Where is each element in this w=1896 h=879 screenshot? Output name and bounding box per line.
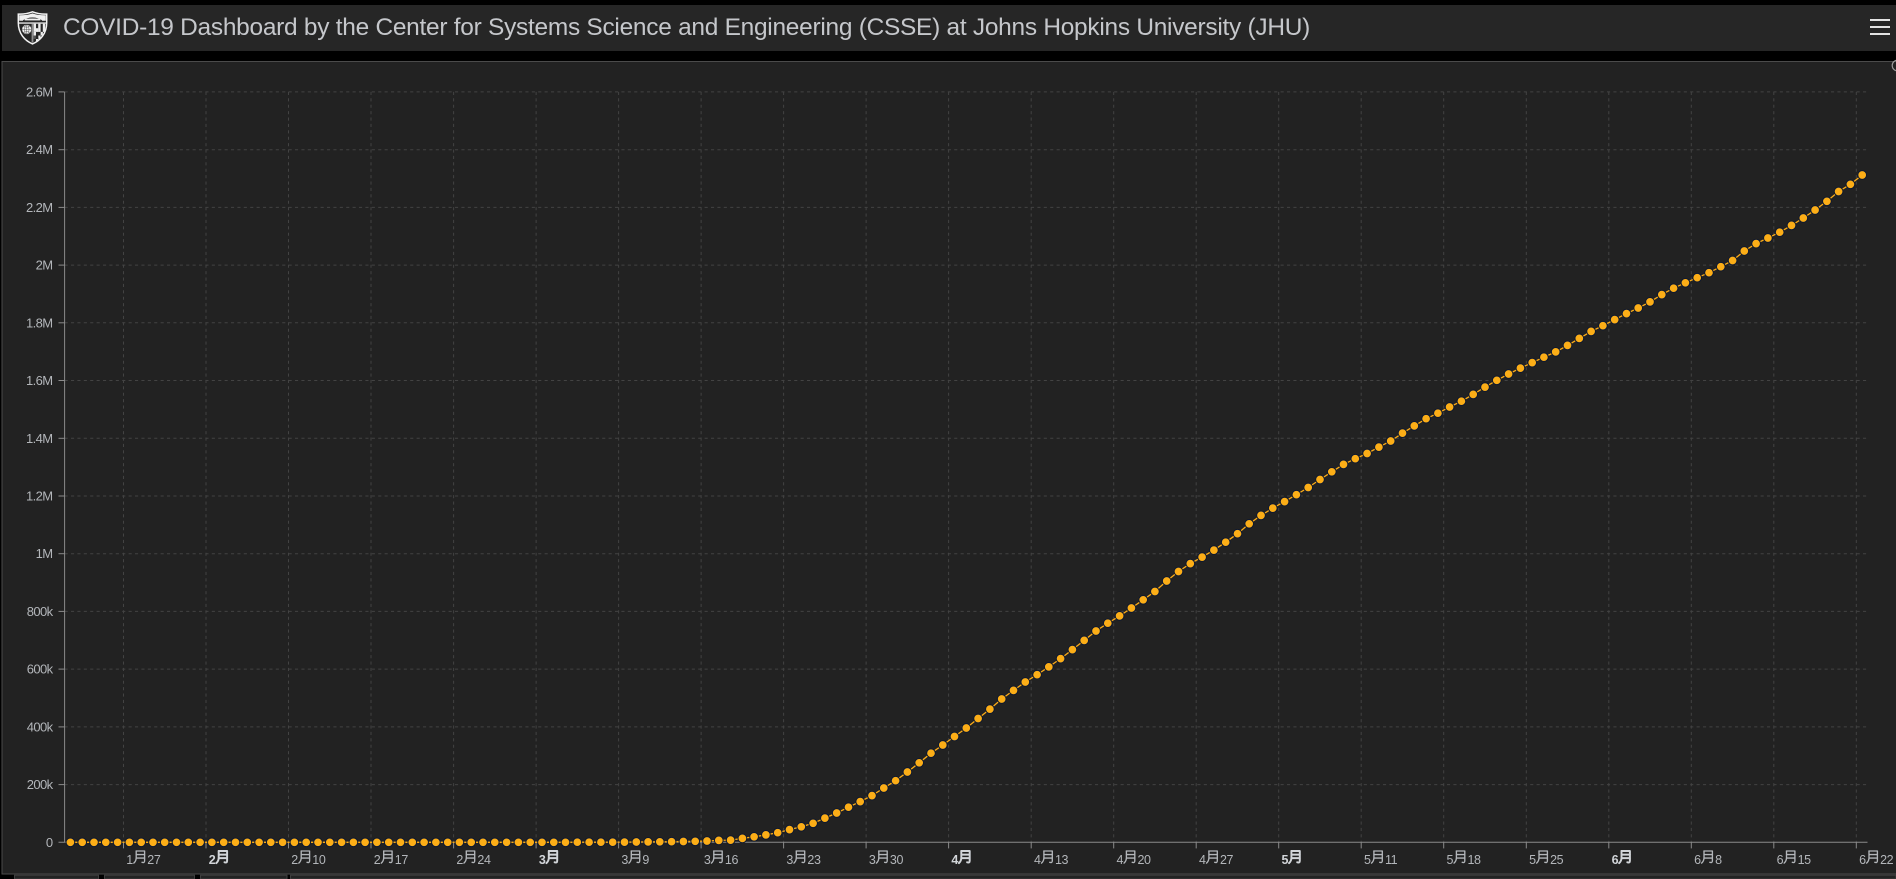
- svg-text:5: 5: [1447, 853, 1454, 867]
- svg-text:4: 4: [1034, 853, 1041, 867]
- svg-text:5: 5: [1364, 853, 1371, 867]
- svg-text:22: 22: [1880, 853, 1894, 867]
- svg-text:400k: 400k: [27, 719, 54, 734]
- svg-text:4: 4: [1199, 853, 1206, 867]
- svg-text:6: 6: [1612, 853, 1619, 867]
- svg-text:2.2M: 2.2M: [26, 200, 53, 215]
- svg-text:3: 3: [539, 853, 546, 867]
- svg-text:3: 3: [786, 853, 793, 867]
- svg-text:3: 3: [704, 853, 711, 867]
- svg-text:2: 2: [374, 853, 381, 867]
- svg-text:3: 3: [621, 853, 628, 867]
- svg-text:2.4M: 2.4M: [26, 142, 53, 157]
- svg-text:11: 11: [1385, 853, 1398, 867]
- svg-text:1.4M: 1.4M: [26, 431, 53, 446]
- svg-text:800k: 800k: [27, 604, 54, 619]
- svg-text:20: 20: [1138, 853, 1152, 867]
- svg-text:9: 9: [642, 853, 649, 867]
- svg-text:6: 6: [1859, 853, 1866, 867]
- svg-text:600k: 600k: [27, 662, 54, 677]
- svg-text:2.6M: 2.6M: [26, 84, 53, 99]
- svg-text:1.2M: 1.2M: [26, 489, 53, 504]
- svg-text:18: 18: [1468, 853, 1482, 867]
- svg-text:1.6M: 1.6M: [26, 373, 53, 388]
- svg-text:27: 27: [147, 853, 161, 867]
- svg-text:2: 2: [456, 853, 463, 867]
- svg-text:200k: 200k: [27, 777, 54, 792]
- svg-text:6: 6: [1777, 853, 1784, 867]
- svg-text:17: 17: [395, 853, 409, 867]
- svg-text:0: 0: [46, 835, 53, 850]
- svg-text:16: 16: [725, 853, 739, 867]
- svg-text:30: 30: [890, 853, 904, 867]
- svg-text:2M: 2M: [36, 258, 53, 273]
- svg-text:2: 2: [209, 853, 216, 867]
- svg-text:3: 3: [869, 853, 876, 867]
- svg-text:2: 2: [291, 853, 298, 867]
- svg-text:4: 4: [951, 853, 958, 867]
- svg-text:5: 5: [1282, 853, 1289, 867]
- svg-text:5: 5: [1529, 853, 1536, 867]
- svg-text:1.8M: 1.8M: [26, 315, 53, 330]
- svg-text:27: 27: [1220, 853, 1234, 867]
- svg-text:25: 25: [1550, 853, 1564, 867]
- svg-text:10: 10: [312, 853, 326, 867]
- svg-text:8: 8: [1715, 853, 1722, 867]
- svg-text:24: 24: [477, 853, 491, 867]
- svg-text:15: 15: [1798, 853, 1812, 867]
- svg-text:4: 4: [1117, 853, 1124, 867]
- svg-text:13: 13: [1055, 853, 1069, 867]
- svg-text:6: 6: [1694, 853, 1701, 867]
- svg-text:1M: 1M: [36, 546, 53, 561]
- svg-text:23: 23: [807, 853, 821, 867]
- svg-text:1: 1: [126, 853, 133, 867]
